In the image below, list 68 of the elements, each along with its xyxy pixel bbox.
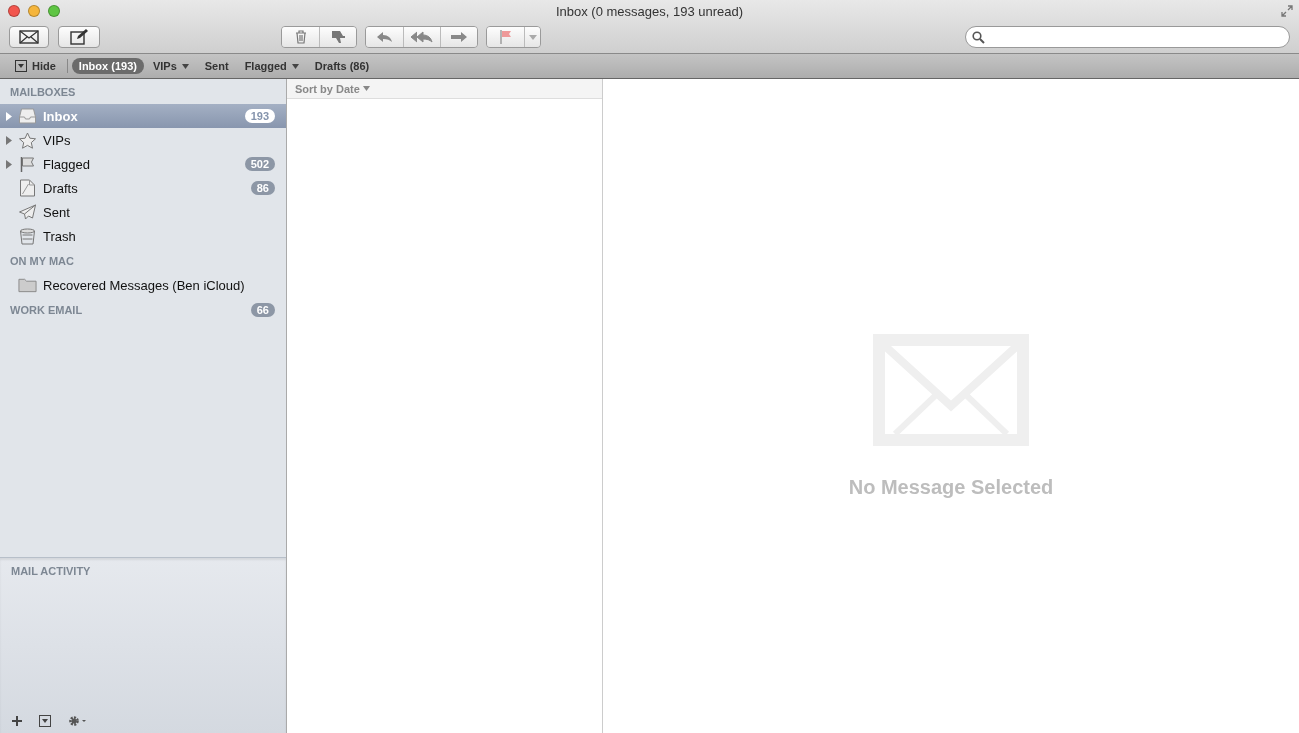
mailbox-item[interactable]: Flagged 502 — [0, 152, 286, 176]
flag-icon — [18, 156, 37, 172]
search-icon — [972, 30, 985, 44]
zoom-button[interactable] — [48, 5, 60, 17]
disclosure-triangle-icon[interactable] — [6, 111, 12, 121]
thumbs-down-icon — [330, 30, 346, 44]
trash-icon — [18, 227, 37, 245]
mailbox-label: Drafts — [43, 180, 79, 196]
empty-state-message: No Message Selected — [848, 475, 1054, 499]
forward-button[interactable] — [440, 27, 477, 47]
paper-plane-icon — [18, 204, 37, 220]
favorites-item[interactable]: Drafts (86) — [307, 58, 377, 74]
unread-count: 86 — [250, 181, 275, 195]
get-mail-button[interactable] — [9, 26, 49, 48]
reply-button[interactable] — [366, 27, 403, 47]
hide-button[interactable]: Hide — [8, 58, 63, 74]
document-icon — [18, 179, 37, 197]
trash-button[interactable] — [282, 27, 319, 47]
mailbox-item[interactable]: Trash — [0, 224, 286, 248]
caret-icon — [528, 34, 537, 40]
trash-icon — [294, 30, 307, 44]
favorites-item[interactable]: VIPs — [145, 58, 196, 74]
favorites-item[interactable]: Sent — [197, 58, 236, 74]
section-heading: ON MY MAC — [10, 255, 75, 267]
section-heading: MAIL ACTIVITY — [10, 564, 92, 579]
mailbox-item[interactable]: Drafts 86 — [0, 176, 286, 200]
unread-count: 193 — [244, 109, 275, 123]
star-icon — [18, 131, 37, 149]
mailbox-label: Recovered Messages (Ben iCloud) — [43, 277, 246, 293]
favorites-item[interactable]: Inbox (193) — [71, 58, 144, 74]
caret-icon — [362, 86, 370, 91]
mailbox-label: Trash — [43, 228, 77, 244]
flag-button[interactable] — [487, 27, 524, 47]
fullscreen-icon[interactable] — [1281, 5, 1293, 17]
mailbox-label: Sent — [43, 204, 71, 220]
add-icon[interactable] — [12, 716, 22, 726]
disclosure-triangle-icon[interactable] — [6, 135, 12, 145]
pencil-square-icon — [70, 29, 88, 45]
minimize-button[interactable] — [28, 5, 40, 17]
unread-count: 502 — [244, 157, 275, 171]
mailbox-label: Flagged — [43, 156, 91, 172]
envelope-icon — [19, 30, 39, 44]
hide-panel-icon[interactable] — [39, 715, 51, 727]
flag-menu-button[interactable] — [524, 27, 540, 47]
unread-count: 66 — [250, 303, 275, 317]
mailbox-item[interactable]: VIPs — [0, 128, 286, 152]
folder-icon — [18, 277, 37, 293]
mailbox-item[interactable]: Sent — [0, 200, 286, 224]
search-field[interactable] — [965, 26, 1290, 48]
mailbox-label: VIPs — [43, 132, 72, 148]
mailbox-item[interactable]: Recovered Messages (Ben iCloud) — [0, 273, 286, 297]
collapse-icon — [15, 60, 27, 72]
compose-button[interactable] — [58, 26, 100, 48]
reply-icon — [375, 31, 394, 43]
disclosure-triangle-icon[interactable] — [6, 159, 12, 169]
forward-icon — [450, 31, 468, 43]
close-button[interactable] — [8, 5, 20, 17]
section-heading: MAILBOXES — [10, 86, 77, 98]
mailbox-label: Inbox — [43, 108, 79, 124]
reply-all-icon — [410, 31, 434, 43]
reply-all-button[interactable] — [403, 27, 440, 47]
window-title: Inbox (0 messages, 193 unread) — [555, 3, 744, 19]
flag-icon — [499, 30, 512, 44]
inbox-tray-icon — [18, 108, 37, 124]
gear-icon[interactable] — [68, 715, 86, 727]
junk-button[interactable] — [319, 27, 356, 47]
favorites-item[interactable]: Flagged — [237, 58, 306, 74]
section-heading: WORK EMAIL — [10, 304, 84, 316]
